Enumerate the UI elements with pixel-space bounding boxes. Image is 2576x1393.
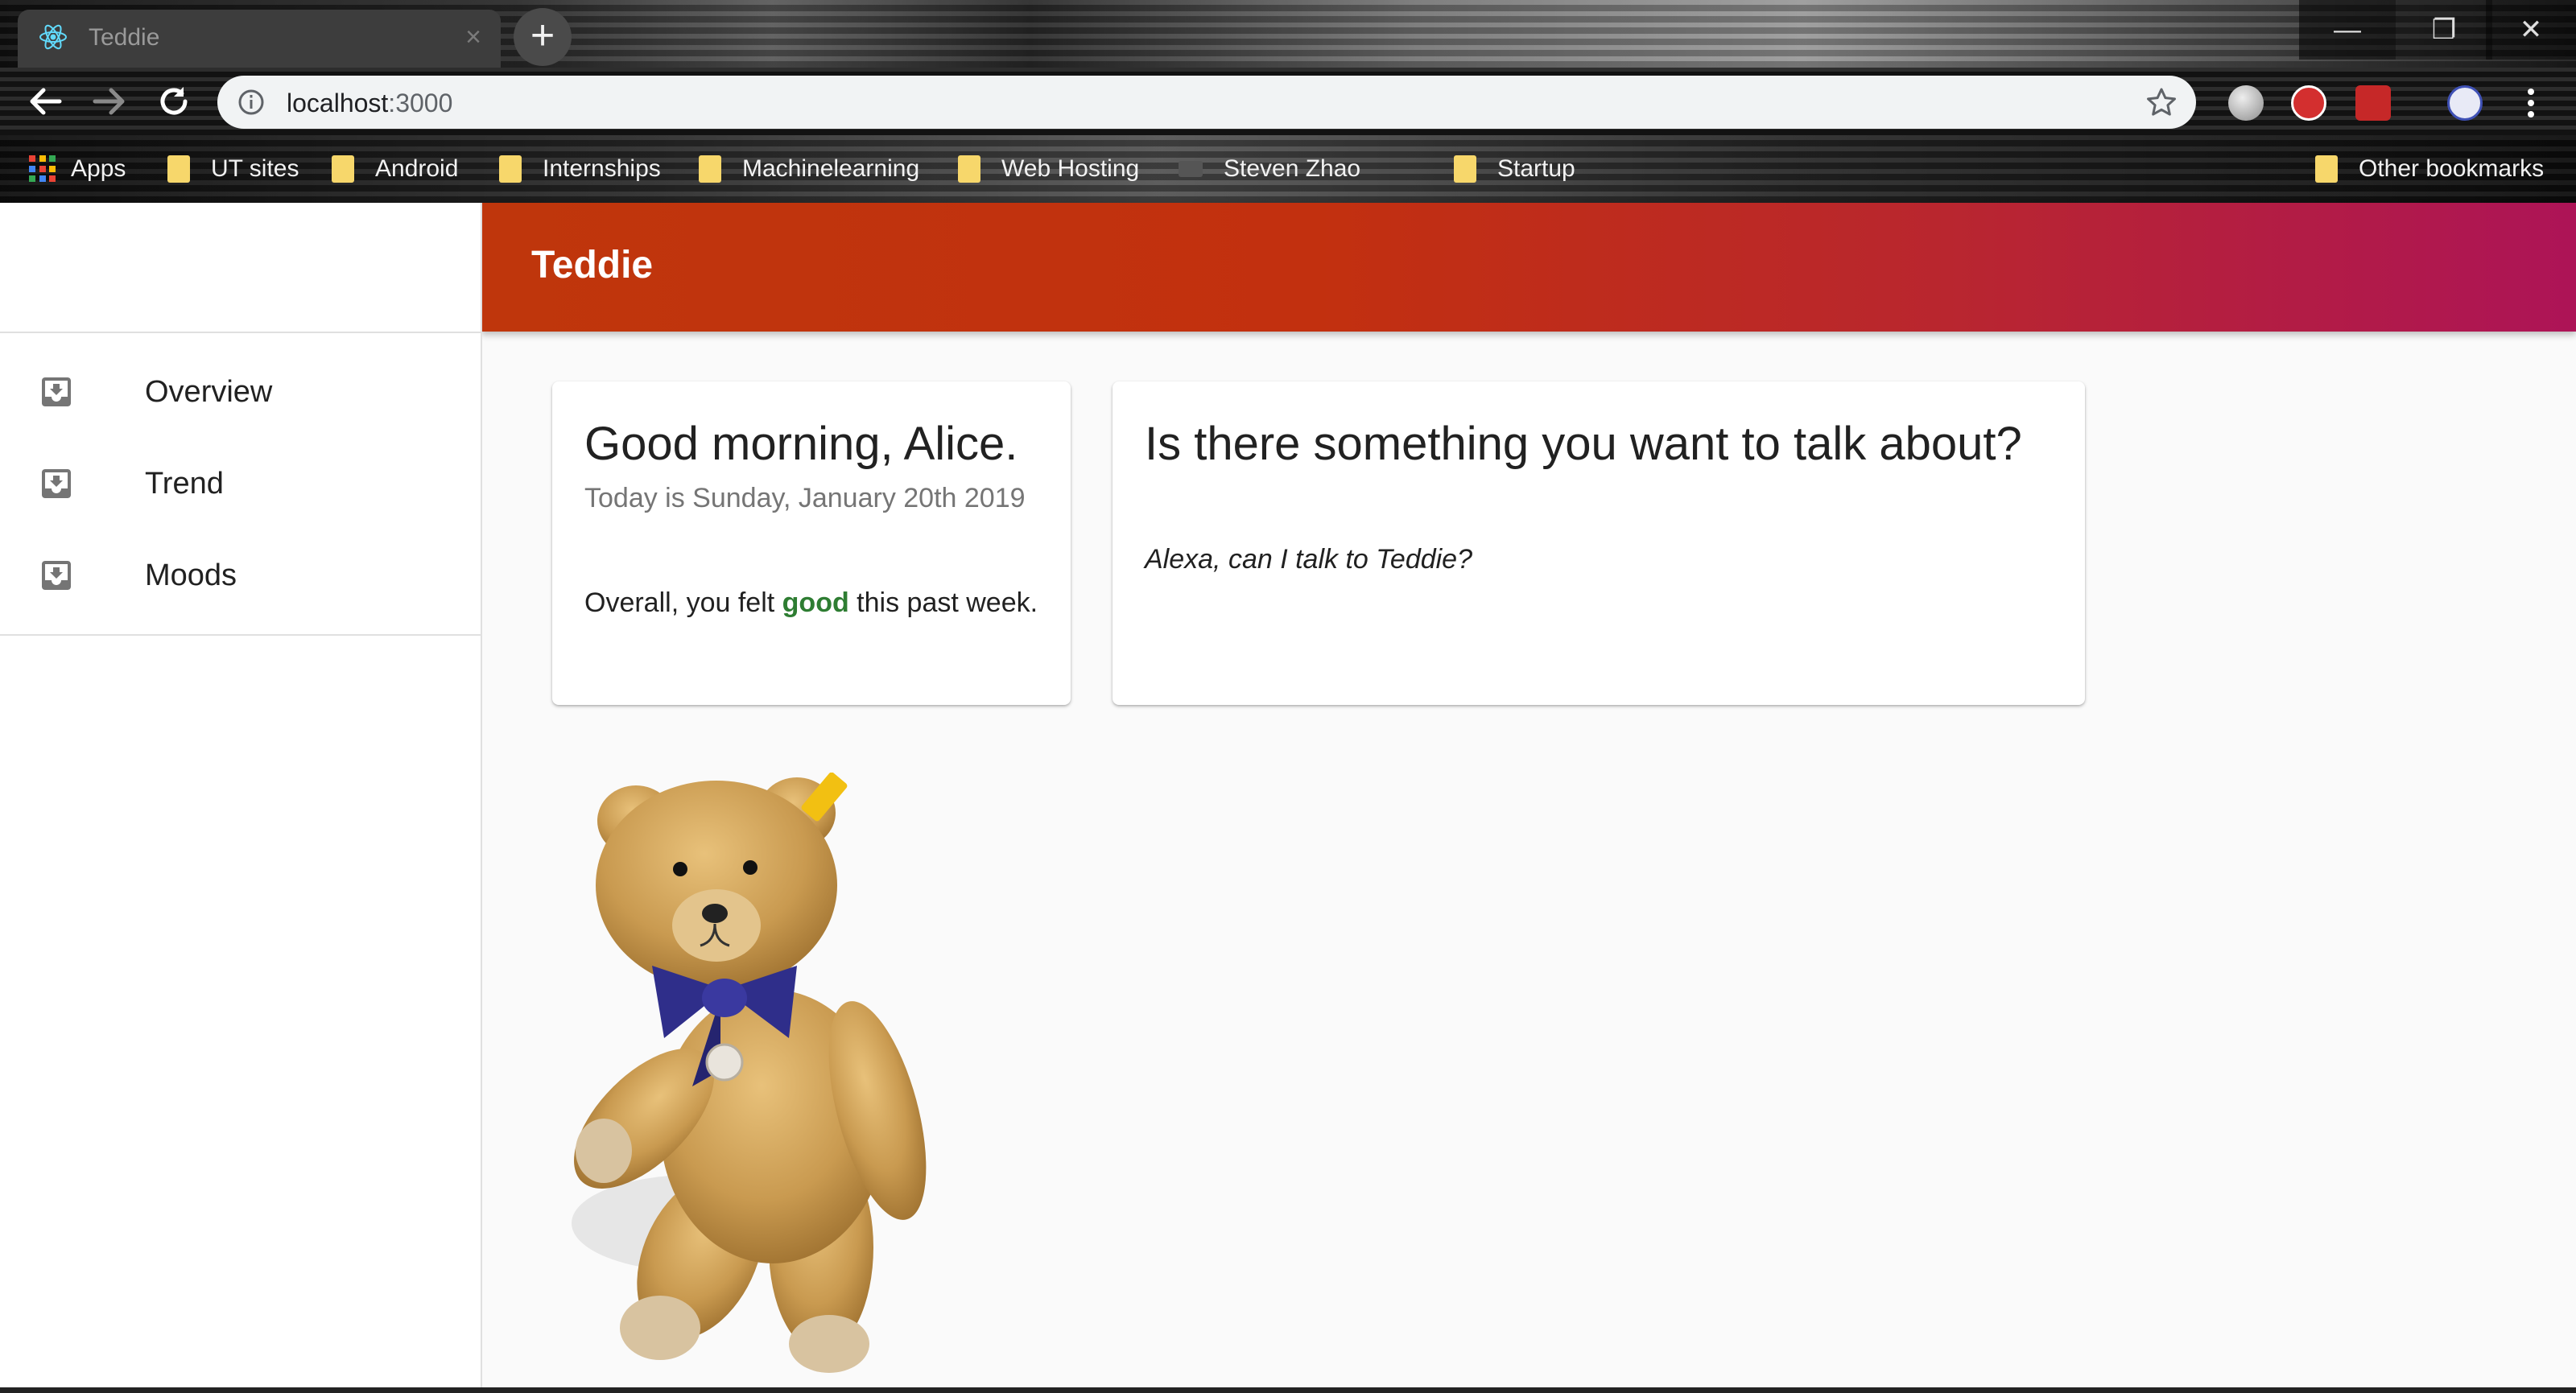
- folder-icon: [499, 155, 522, 183]
- alexa-prompt: Alexa, can I talk to Teddie?: [1145, 544, 1473, 575]
- page-icon: [1179, 161, 1203, 177]
- adblock-hand-icon[interactable]: [2291, 85, 2326, 121]
- url-host: localhost: [287, 89, 389, 117]
- browser-tab[interactable]: Teddie ×: [18, 10, 501, 68]
- close-window-button[interactable]: ✕: [2486, 0, 2576, 60]
- folder-icon: [958, 155, 980, 183]
- sidebar-item-label: Moods: [145, 558, 237, 592]
- extension-circle-icon[interactable]: [2228, 85, 2264, 121]
- summary-suffix: this past week.: [848, 587, 1038, 618]
- minimize-button[interactable]: —: [2299, 0, 2396, 60]
- weekly-summary: Overall, you felt good this past week.: [584, 587, 1038, 619]
- folder-icon: [699, 155, 721, 183]
- browser-titlebar: Teddie × + — ❐ ✕: [0, 0, 2576, 68]
- forward-arrow-icon[interactable]: [87, 79, 132, 124]
- bookmarks-bar: Apps UT sites Android Internships Machin…: [0, 135, 2576, 203]
- sidebar-item-label: Overview: [145, 375, 273, 409]
- sidebar-item-moods[interactable]: Moods: [0, 530, 481, 621]
- tab-title: Teddie: [89, 24, 160, 51]
- folder-icon: [1454, 155, 1476, 183]
- bookmark-label: UT sites: [211, 155, 299, 182]
- sidebar-item-label: Trend: [145, 467, 224, 501]
- bookmark-machinelearning[interactable]: Machinelearning: [699, 153, 919, 185]
- back-arrow-icon[interactable]: [23, 79, 68, 124]
- bookmark-web-hosting[interactable]: Web Hosting: [958, 153, 1139, 185]
- browser-toolbar: localhost:3000: [0, 68, 2576, 135]
- app-title: Teddie: [531, 244, 654, 286]
- browser-menu-icon[interactable]: [2515, 85, 2547, 121]
- bookmark-ut-sites[interactable]: UT sites: [167, 153, 299, 185]
- talk-title: Is there something you want to talk abou…: [1145, 418, 2022, 470]
- bookmark-startup[interactable]: Startup: [1454, 153, 1575, 185]
- bookmark-other[interactable]: Other bookmarks: [2315, 153, 2544, 185]
- greeting-title: Good morning, Alice.: [584, 418, 1018, 470]
- star-bookmark-icon[interactable]: [2145, 85, 2178, 119]
- reload-icon[interactable]: [151, 79, 196, 124]
- info-icon[interactable]: [237, 88, 266, 117]
- url-text[interactable]: localhost:3000: [287, 89, 452, 118]
- move-to-inbox-icon: [42, 377, 71, 406]
- taskbar-edge: [0, 1387, 2576, 1393]
- profile-avatar-icon[interactable]: [2447, 85, 2483, 121]
- bookmark-steven-zhao[interactable]: Steven Zhao: [1179, 153, 1360, 185]
- url-port: :3000: [388, 89, 453, 117]
- move-to-inbox-icon: [42, 561, 71, 590]
- extension-red-icon[interactable]: [2355, 85, 2391, 121]
- teddy-bear-image: [572, 773, 927, 1373]
- address-bar[interactable]: localhost:3000: [217, 76, 2196, 129]
- date-line: Today is Sunday, January 20th 2019: [584, 483, 1026, 513]
- sidebar-item-overview[interactable]: Overview: [0, 346, 481, 438]
- bookmark-internships[interactable]: Internships: [499, 153, 661, 185]
- greeting-card: Good morning, Alice. Today is Sunday, Ja…: [552, 381, 1071, 705]
- folder-icon: [2315, 155, 2338, 183]
- bookmark-label: Apps: [71, 155, 126, 182]
- bookmark-label: Internships: [543, 155, 661, 182]
- bookmark-label: Startup: [1497, 155, 1575, 182]
- sidebar: Overview Trend Moods: [0, 203, 482, 1393]
- folder-icon: [332, 155, 354, 183]
- bookmark-label: Web Hosting: [1001, 155, 1140, 182]
- apps-grid-icon: [29, 155, 56, 183]
- summary-prefix: Overall, you felt: [584, 587, 782, 618]
- new-tab-button[interactable]: +: [514, 8, 572, 66]
- mood-word: good: [782, 587, 849, 618]
- bookmark-label: Machinelearning: [742, 155, 920, 182]
- maximize-button[interactable]: ❐: [2396, 0, 2492, 60]
- bookmark-label: Steven Zhao: [1224, 155, 1361, 182]
- talk-card: Is there something you want to talk abou…: [1113, 381, 2085, 705]
- bookmark-label: Android: [375, 155, 459, 182]
- move-to-inbox-icon: [42, 469, 71, 498]
- folder-icon: [167, 155, 190, 183]
- app-header: Teddie: [481, 203, 2576, 332]
- sidebar-header: [0, 203, 481, 333]
- bookmark-label: Other bookmarks: [2359, 155, 2545, 182]
- bookmark-apps[interactable]: Apps: [29, 153, 126, 185]
- tab-close-icon[interactable]: ×: [457, 21, 489, 53]
- react-icon: [39, 24, 67, 50]
- bookmark-android[interactable]: Android: [332, 153, 458, 185]
- sidebar-nav: Overview Trend Moods: [0, 333, 481, 636]
- sidebar-item-trend[interactable]: Trend: [0, 438, 481, 530]
